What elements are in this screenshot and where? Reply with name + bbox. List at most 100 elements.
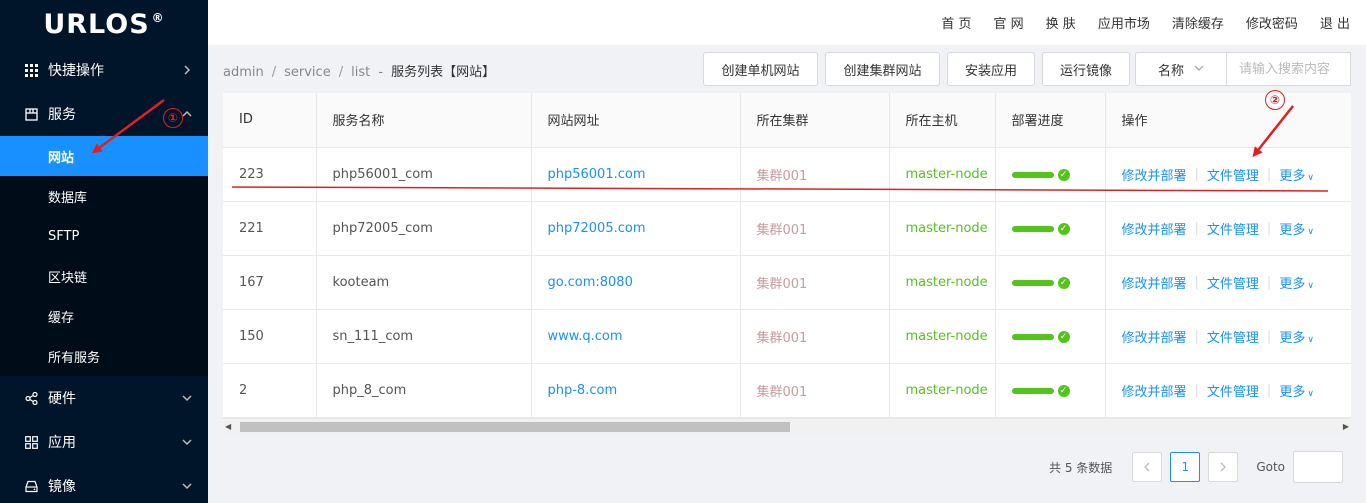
nav-logout[interactable]: 退 出 xyxy=(1320,13,1350,32)
cell-host: master-node xyxy=(889,363,996,418)
sidebar-group-quick-actions[interactable]: 快捷操作 xyxy=(0,48,208,92)
cell-host: master-node xyxy=(889,201,996,256)
file-manager-link[interactable]: 文件管理 xyxy=(1207,165,1259,184)
divider: | xyxy=(1266,328,1272,344)
more-label: 更多 xyxy=(1279,384,1306,400)
divider: | xyxy=(1194,328,1199,344)
cell-id: 167 xyxy=(223,255,317,310)
top-nav: 首 页 官 网 换 肤 应用市场 清除缓存 修改密码 退 出 xyxy=(208,0,1366,45)
file-manager-link[interactable]: 文件管理 xyxy=(1207,273,1259,292)
more-label: 更多 xyxy=(1279,222,1306,238)
divider: | xyxy=(1266,166,1272,182)
more-dropdown[interactable]: 更多 ∨ xyxy=(1279,165,1314,184)
cell-name: php_8_com xyxy=(316,363,532,418)
scroll-right-icon[interactable]: ▶ xyxy=(1343,422,1349,431)
file-manager-link[interactable]: 文件管理 xyxy=(1207,327,1259,346)
sidebar-item-all-services[interactable]: 所有服务 xyxy=(0,336,208,376)
cell-url-link[interactable]: php72005.com xyxy=(531,201,741,256)
file-manager-link[interactable]: 文件管理 xyxy=(1207,219,1259,238)
run-image-button[interactable]: 运行镜像 xyxy=(1042,52,1130,86)
progress-bar xyxy=(1011,171,1054,178)
cell-url-link[interactable]: go.com:8080 xyxy=(531,255,741,310)
goto-page-input[interactable] xyxy=(1293,451,1343,483)
page-number-button[interactable]: 1 xyxy=(1170,452,1201,482)
horizontal-scrollbar[interactable]: ◀ ▶ xyxy=(223,418,1351,434)
more-dropdown[interactable]: 更多 ∨ xyxy=(1279,273,1314,292)
scroll-left-icon[interactable]: ◀ xyxy=(225,422,231,431)
breadcrumb-list[interactable]: list xyxy=(351,65,370,80)
sidebar-item-cache[interactable]: 缓存 xyxy=(0,296,208,336)
progress-bar xyxy=(1011,279,1054,286)
create-cluster-site-button[interactable]: 创建集群网站 xyxy=(825,52,940,86)
divider: | xyxy=(1194,166,1199,182)
more-dropdown[interactable]: 更多 ∨ xyxy=(1279,219,1314,238)
divider: | xyxy=(1194,382,1199,398)
next-page-button[interactable] xyxy=(1208,452,1239,482)
check-circle-icon: ✓ xyxy=(1057,384,1070,397)
file-manager-link[interactable]: 文件管理 xyxy=(1207,381,1259,400)
table-row: 150 sn_111_com www.q.com 集群001 master-node ✓ 修… xyxy=(223,309,1351,364)
cell-progress: ✓ xyxy=(995,255,1106,310)
column-header-actions: 操作 xyxy=(1105,93,1351,148)
progress-indicator: ✓ xyxy=(1011,168,1070,181)
total-count: 共 5 条数据 xyxy=(1049,460,1113,475)
more-dropdown[interactable]: 更多 ∨ xyxy=(1279,381,1314,400)
search-input[interactable] xyxy=(1227,52,1351,86)
breadcrumb-admin[interactable]: admin xyxy=(223,65,264,80)
nav-home[interactable]: 首 页 xyxy=(941,13,971,32)
nav-change-skin[interactable]: 换 肤 xyxy=(1046,13,1076,32)
sidebar-group-images[interactable]: 镜像 xyxy=(0,464,208,503)
progress-indicator: ✓ xyxy=(1011,276,1070,289)
cell-url-link[interactable]: php-8.com xyxy=(531,363,741,418)
edit-deploy-link[interactable]: 修改并部署 xyxy=(1122,219,1187,238)
chevron-down-icon xyxy=(182,481,192,491)
table-row: 2 php_8_com php-8.com 集群001 master-node ✓ 修改并部… xyxy=(223,363,1351,418)
sidebar-item-database[interactable]: 数据库 xyxy=(0,176,208,216)
edit-deploy-link[interactable]: 修改并部署 xyxy=(1122,165,1187,184)
breadcrumb-service[interactable]: service xyxy=(284,65,331,80)
cell-url-link[interactable]: php56001.com xyxy=(531,147,741,202)
grid-icon xyxy=(24,63,38,77)
progress-indicator: ✓ xyxy=(1011,384,1070,397)
cell-cluster: 集群001 xyxy=(740,201,890,256)
cell-actions: 修改并部署 | 文件管理 | 更多 ∨ xyxy=(1105,309,1351,364)
sidebar-item-website[interactable]: 网站 xyxy=(0,136,208,176)
sidebar-item-blockchain[interactable]: 区块链 xyxy=(0,256,208,296)
cell-actions: 修改并部署 | 文件管理 | 更多 ∨ xyxy=(1105,255,1351,310)
services-submenu: 网站 数据库 SFTP 区块链 缓存 所有服务 xyxy=(0,136,208,376)
divider: | xyxy=(1266,220,1272,236)
scrollbar-thumb[interactable] xyxy=(240,422,790,432)
more-label: 更多 xyxy=(1279,330,1306,346)
services-table: ID 服务名称 网站网址 所在集群 所在主机 部署进度 操作 223 php560… xyxy=(223,93,1351,434)
cell-id: 150 xyxy=(223,309,317,364)
nav-change-password[interactable]: 修改密码 xyxy=(1246,13,1298,32)
prev-page-button[interactable] xyxy=(1132,452,1163,482)
progress-bar xyxy=(1011,225,1054,232)
pagination: 共 5 条数据 1 Goto xyxy=(1049,450,1343,484)
edit-deploy-link[interactable]: 修改并部署 xyxy=(1122,381,1187,400)
apps-icon xyxy=(24,435,38,449)
edit-deploy-link[interactable]: 修改并部署 xyxy=(1122,273,1187,292)
cell-url-link[interactable]: www.q.com xyxy=(531,309,741,364)
install-app-button[interactable]: 安装应用 xyxy=(947,52,1035,86)
sidebar-group-hardware[interactable]: 硬件 xyxy=(0,376,208,420)
more-dropdown[interactable]: 更多 ∨ xyxy=(1279,327,1314,346)
column-header-name: 服务名称 xyxy=(316,93,532,148)
cell-cluster: 集群001 xyxy=(740,255,890,310)
search-field-select[interactable]: 名称 xyxy=(1135,52,1227,86)
edit-deploy-link[interactable]: 修改并部署 xyxy=(1122,327,1187,346)
cell-name: kooteam xyxy=(316,255,532,310)
nav-official-site[interactable]: 官 网 xyxy=(994,13,1024,32)
sidebar-group-apps[interactable]: 应用 xyxy=(0,420,208,464)
cell-actions: 修改并部署 | 文件管理 | 更多 ∨ xyxy=(1105,363,1351,418)
cell-progress: ✓ xyxy=(995,309,1106,364)
sidebar-group-label: 服务 xyxy=(48,107,76,123)
divider: | xyxy=(1266,274,1272,290)
create-single-site-button[interactable]: 创建单机网站 xyxy=(703,52,818,86)
nav-app-market[interactable]: 应用市场 xyxy=(1098,13,1150,32)
progress-bar xyxy=(1011,387,1054,394)
nav-clear-cache[interactable]: 清除缓存 xyxy=(1172,13,1224,32)
divider: | xyxy=(1194,220,1199,236)
sidebar-item-sftp[interactable]: SFTP xyxy=(0,216,208,256)
check-circle-icon: ✓ xyxy=(1057,168,1070,181)
